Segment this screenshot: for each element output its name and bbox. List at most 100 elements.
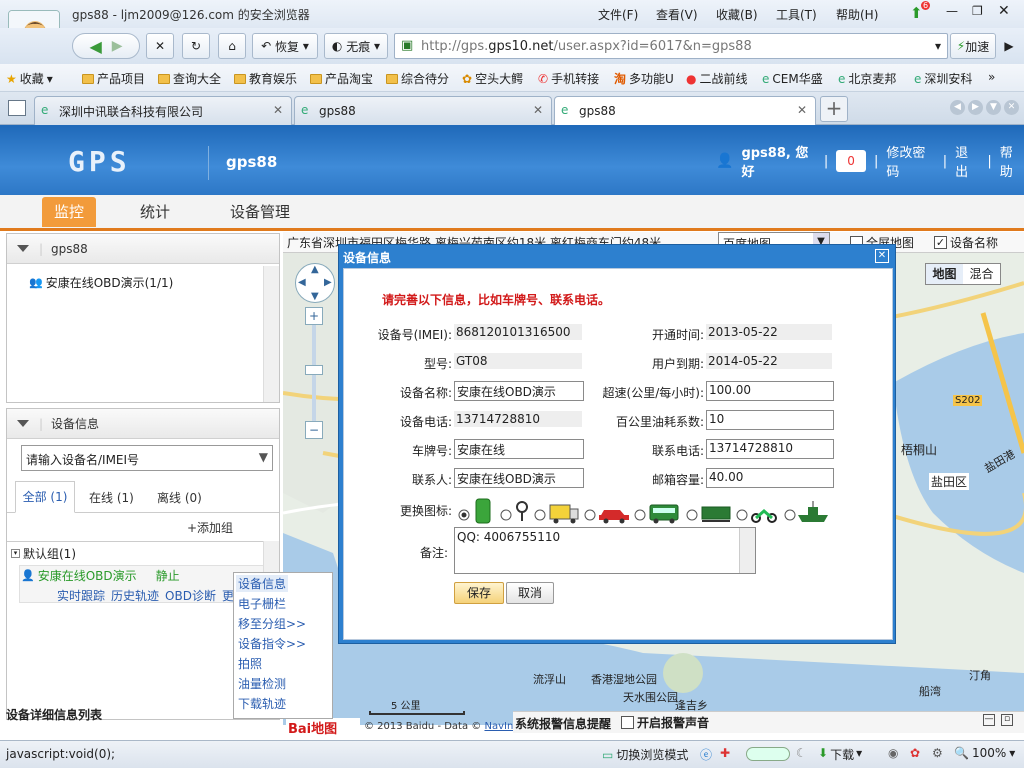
collapse-icon[interactable] [17, 245, 29, 252]
bookmark-item[interactable]: e CEM华盛 [762, 70, 823, 87]
zoom-out-button[interactable]: − [305, 421, 323, 439]
address-bar[interactable]: ▣ http://gps.gps10.net/user.aspx?id=6017… [394, 33, 948, 59]
bookmark-item[interactable]: 综合待分 [386, 70, 449, 87]
tab-scroll-controls[interactable]: ◀ ▶ ▼ ✕ [950, 100, 1020, 118]
tab-close-icon[interactable]: ✕ [797, 103, 807, 117]
change-password-link[interactable]: 修改密码 [886, 142, 934, 180]
ctx-device-command[interactable]: 设备指令>> [238, 635, 306, 652]
zoom-in-button[interactable]: + [305, 307, 323, 325]
bookmarks-overflow[interactable]: » [988, 70, 995, 84]
icon-option-ship[interactable] [784, 501, 828, 522]
textarea-scrollbar[interactable] [739, 528, 755, 573]
default-group[interactable]: ▾ 默认组(1) [11, 545, 76, 562]
toggle-icon[interactable] [746, 747, 790, 761]
menu-favorites[interactable]: 收藏(B) [716, 6, 758, 23]
mode-mix-button[interactable]: 混合 [963, 264, 1000, 284]
bookmark-item[interactable]: 教育娱乐 [234, 70, 297, 87]
new-tab-button[interactable]: + [820, 96, 848, 122]
bookmark-item[interactable]: e 北京麦邦 [838, 70, 896, 87]
filter-online[interactable]: 在线 (1) [89, 489, 134, 506]
bookmark-item[interactable]: 淘多功能U [614, 70, 674, 87]
remark-textarea[interactable]: QQ: 4006755110 [454, 527, 756, 574]
bookmark-item[interactable]: ✿ 空头大鳄 [462, 70, 523, 87]
incognito-button[interactable]: ◐ 无痕 ▾ [324, 33, 388, 59]
cancel-button[interactable]: 取消 [506, 582, 554, 604]
clean-icon[interactable]: ✿ [910, 746, 920, 760]
tab-device-management[interactable]: 设备管理 [218, 197, 302, 227]
menu-tools[interactable]: 工具(T) [776, 6, 817, 23]
ctx-photo[interactable]: 拍照 [238, 655, 262, 672]
filter-offline[interactable]: 离线 (0) [157, 489, 202, 506]
ctx-device-info[interactable]: 设备信息 [236, 575, 289, 592]
pan-control[interactable]: ▲ ▼ ◀ ▶ [295, 263, 335, 303]
tab-company[interactable]: e 深圳中讯联合科技有限公司 ✕ [34, 96, 292, 125]
icon-option-car[interactable] [584, 509, 629, 524]
stop-button[interactable]: ✕ [146, 33, 174, 59]
speed-input[interactable]: 100.00 [706, 381, 834, 401]
obd-link[interactable]: OBD诊断 [165, 587, 216, 604]
ctx-geofence[interactable]: 电子栅栏 [238, 595, 286, 612]
restore-tabs-button[interactable]: ↶ 恢复 ▾ [252, 33, 318, 59]
filter-all[interactable]: 全部 (1) [15, 481, 75, 513]
device-entry[interactable]: 👤 安康在线OBD演示 静止 [21, 567, 180, 584]
alarm-minimize-icon[interactable]: — [983, 714, 995, 726]
add-group-button[interactable]: +添加组 [187, 519, 233, 536]
refresh-button[interactable]: ↻ [182, 33, 210, 59]
tank-input[interactable]: 40.00 [706, 468, 834, 488]
url-dropdown-button[interactable]: ▾ [928, 33, 948, 59]
tree-scrollbar[interactable] [263, 266, 279, 402]
bookmark-item[interactable]: ✆ 手机转接 [538, 70, 599, 87]
icon-option-motorcycle[interactable] [736, 509, 777, 523]
toolbar-more-button[interactable]: ▶ [1000, 33, 1018, 59]
download-button[interactable]: ⬇ 下载 ▾ [818, 746, 862, 763]
track-link[interactable]: 实时跟踪 [57, 587, 105, 604]
mode-map-button[interactable]: 地图 [926, 264, 963, 284]
bookmark-item[interactable]: 查询大全 [158, 70, 221, 87]
bookmark-item[interactable]: 产品淘宝 [310, 70, 373, 87]
icon-option-pin[interactable] [500, 501, 528, 521]
alarm-maximize-icon[interactable]: ▫ [1001, 714, 1013, 726]
ctx-fuel-check[interactable]: 油量检测 [238, 675, 286, 692]
bookmark-item[interactable]: ● 二战前线 [686, 70, 748, 87]
back-arrow-icon[interactable]: ◀ [89, 37, 101, 56]
favorites-menu[interactable]: ★ 收藏 ▾ [6, 70, 53, 87]
addon-icon[interactable]: ✚ [720, 746, 730, 760]
device-name-input[interactable]: 安康在线OBD演示 [454, 381, 584, 401]
alert-counter[interactable]: 0 [836, 150, 866, 172]
icon-option-person[interactable] [458, 498, 491, 524]
ie-icon[interactable]: ⓔ [700, 746, 712, 763]
bookmark-item[interactable]: e 深圳安科 [914, 70, 972, 87]
tab-close-icon[interactable]: ✕ [533, 103, 543, 117]
icon-option-train[interactable] [686, 506, 731, 522]
fuel-input[interactable]: 10 [706, 410, 834, 430]
ctx-download-track[interactable]: 下载轨迹 [238, 695, 286, 712]
settings-icon[interactable]: ⚙ [932, 746, 943, 760]
mute-icon[interactable]: ☾ [796, 746, 807, 760]
device-name-toggle[interactable]: ✓ 设备名称 [934, 234, 998, 251]
logout-link[interactable]: 退出 [955, 142, 979, 180]
minimize-button[interactable]: — [946, 4, 958, 18]
zoom-control[interactable]: 🔍 100% ▾ [954, 746, 1015, 760]
ctx-move-group[interactable]: 移至分组>> [238, 615, 306, 632]
dialog-close-icon[interactable]: ✕ [875, 249, 889, 263]
tab-close-icon[interactable]: ✕ [273, 103, 283, 117]
zoom-slider-handle[interactable] [305, 365, 323, 375]
switch-mode-button[interactable]: ▭ 切换浏览模式 [602, 746, 688, 763]
bookmark-item[interactable]: 产品项目 [82, 70, 145, 87]
plate-input[interactable]: 安康在线 [454, 439, 584, 459]
sidebar-toggle-icon[interactable] [8, 100, 26, 116]
tree-item[interactable]: 👥 安康在线OBD演示(1/1) [29, 274, 173, 291]
tab-gps88[interactable]: e gps88 ✕ [294, 96, 552, 125]
save-button[interactable]: 保存 [454, 582, 504, 604]
home-button[interactable]: ⌂ [218, 33, 246, 59]
menu-file[interactable]: 文件(F) [598, 6, 638, 23]
detail-list-label[interactable]: 设备详细信息列表 [6, 706, 102, 723]
device-search-input[interactable]: 请输入设备名/IMEI号 ▼ [21, 445, 273, 471]
forward-arrow-icon[interactable]: ▶ [112, 38, 123, 54]
restore-button[interactable]: ❐ [972, 4, 983, 18]
tab-statistics[interactable]: 统计 [128, 197, 182, 227]
alarm-sound-toggle[interactable]: 开启报警声音 [621, 714, 709, 731]
collapse-icon[interactable] [17, 420, 29, 427]
icon-option-bus[interactable] [634, 504, 679, 524]
back-forward-group[interactable]: ◀ ▶ [72, 33, 140, 59]
